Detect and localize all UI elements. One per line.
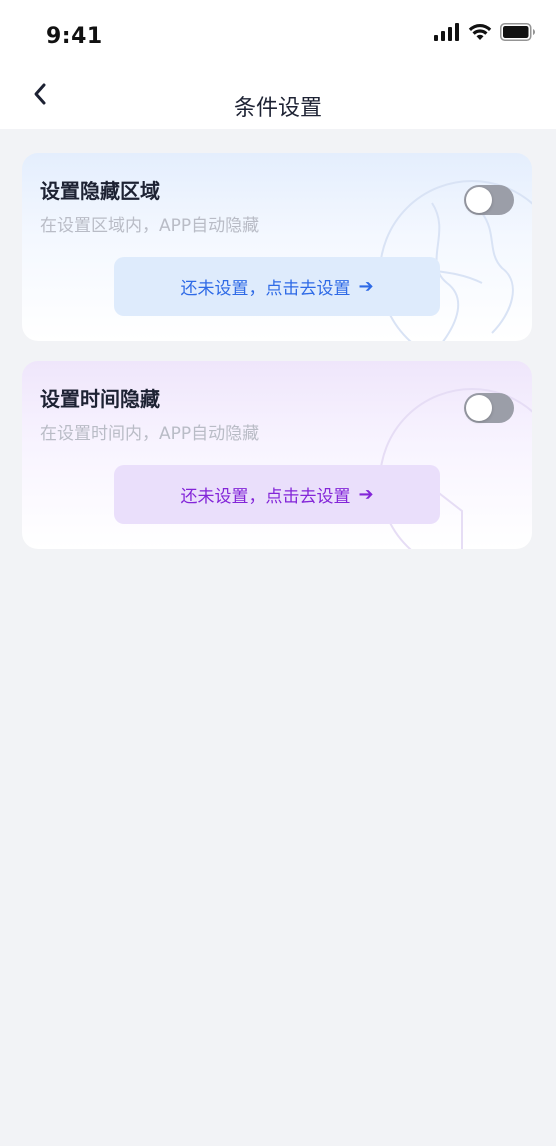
hide-area-setup-button[interactable]: 还未设置，点击去设置 ➔: [114, 257, 440, 316]
toggle-knob: [466, 187, 492, 213]
status-time: 9:41: [46, 24, 103, 49]
hide-area-card: 设置隐藏区域 在设置区域内，APP自动隐藏 还未设置，点击去设置 ➔: [22, 153, 532, 341]
setup-button-label: 还未设置，点击去设置: [180, 279, 351, 299]
hide-time-toggle[interactable]: [464, 393, 514, 423]
arrow-right-icon: ➔: [358, 275, 374, 297]
battery-icon: [500, 23, 536, 45]
nav-bar: 条件设置: [0, 70, 556, 129]
wifi-icon: [468, 23, 492, 45]
setup-button-label: 还未设置，点击去设置: [180, 487, 351, 507]
page-title: 条件设置: [233, 96, 322, 121]
card-title: 设置时间隐藏: [40, 387, 160, 411]
status-bar: 9:41: [0, 0, 556, 70]
card-subtitle: 在设置时间内，APP自动隐藏: [40, 424, 260, 444]
arrow-right-icon: ➔: [358, 483, 374, 505]
signal-icon: [434, 23, 460, 45]
card-title: 设置隐藏区域: [40, 179, 160, 203]
hide-area-toggle[interactable]: [464, 185, 514, 215]
card-subtitle: 在设置区域内，APP自动隐藏: [40, 216, 260, 236]
screen: 9:41 条件设置 设置隐藏区域 在设置区域内，APP自动隐藏 还未设置，点击去…: [0, 0, 556, 1146]
hide-time-card: 设置时间隐藏 在设置时间内，APP自动隐藏 还未设置，点击去设置 ➔: [22, 361, 532, 549]
toggle-knob: [466, 395, 492, 421]
header-area: 9:41 条件设置: [0, 0, 556, 129]
hide-time-setup-button[interactable]: 还未设置，点击去设置 ➔: [114, 465, 440, 524]
status-icons: [434, 23, 536, 45]
